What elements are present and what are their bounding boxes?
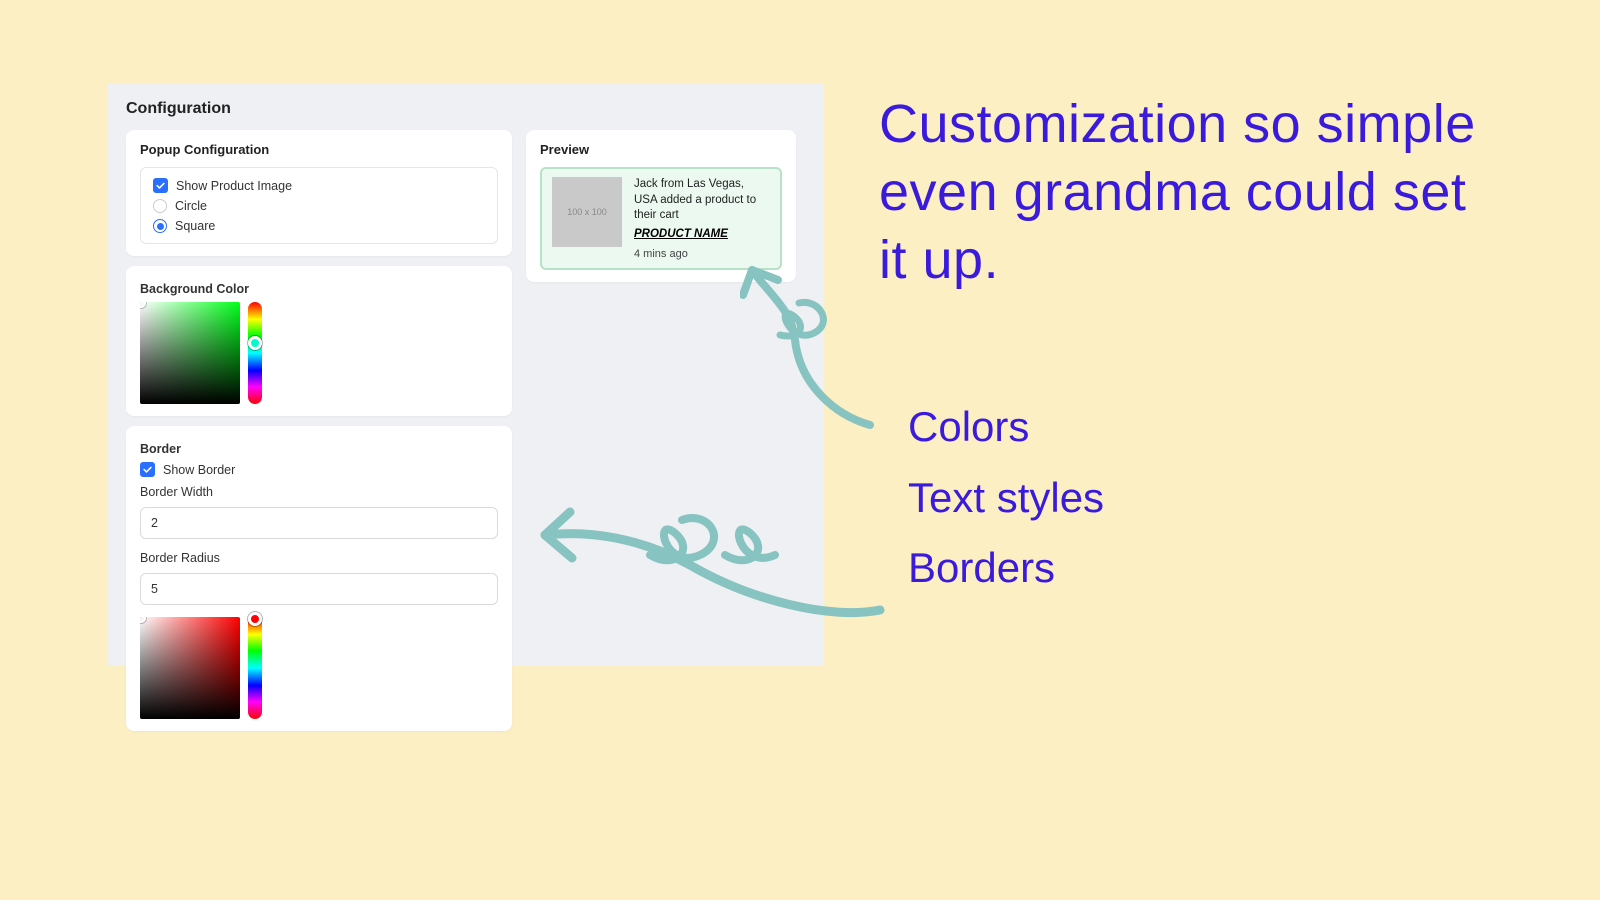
bg-hue-slider[interactable]: [248, 302, 262, 404]
shape-square-label: Square: [175, 219, 215, 233]
show-product-image-checkbox[interactable]: [153, 178, 168, 193]
shape-circle-radio[interactable]: [153, 199, 167, 213]
shape-circle-row[interactable]: Circle: [153, 199, 485, 213]
marketing-tagline: Customization so simple even grandma cou…: [879, 90, 1499, 294]
check-icon: [142, 464, 153, 475]
page-title: Configuration: [126, 100, 806, 118]
popup-options-box: Show Product Image Circle Square: [140, 167, 498, 244]
preview-text-block: Jack from Las Vegas, USA added a product…: [634, 177, 770, 260]
border-radius-input[interactable]: [140, 573, 498, 605]
shape-square-row[interactable]: Square: [153, 219, 485, 233]
bullet-text-styles: Text styles: [908, 463, 1104, 534]
border-title: Border: [140, 442, 498, 456]
show-product-image-label: Show Product Image: [176, 179, 292, 193]
preview-card: Preview 100 x 100 Jack from Las Vegas, U…: [526, 130, 796, 282]
background-color-title: Background Color: [140, 282, 498, 296]
preview-message: Jack from Las Vegas, USA added a product…: [634, 177, 770, 224]
border-hue-slider[interactable]: [248, 617, 262, 719]
background-color-picker[interactable]: [140, 302, 498, 404]
shape-square-radio[interactable]: [153, 219, 167, 233]
bullet-colors: Colors: [908, 392, 1104, 463]
border-card: Border Show Border Border Width Border R…: [126, 426, 512, 731]
border-hue-handle[interactable]: [248, 612, 262, 626]
marketing-bullets: Colors Text styles Borders: [908, 392, 1104, 604]
check-icon: [155, 180, 166, 191]
border-saturation-field[interactable]: [140, 617, 240, 719]
border-width-label: Border Width: [140, 485, 498, 499]
bullet-borders: Borders: [908, 533, 1104, 604]
show-border-checkbox[interactable]: [140, 462, 155, 477]
bg-hue-handle[interactable]: [248, 336, 262, 350]
show-border-row[interactable]: Show Border: [140, 462, 498, 477]
popup-config-card: Popup Configuration Show Product Image C…: [126, 130, 512, 256]
border-color-picker[interactable]: [140, 617, 498, 719]
background-color-card: Background Color: [126, 266, 512, 416]
preview-image-placeholder: 100 x 100: [552, 177, 622, 247]
preview-product-name: PRODUCT NAME: [634, 228, 770, 240]
preview-timestamp: 4 mins ago: [634, 248, 770, 260]
preview-popup: 100 x 100 Jack from Las Vegas, USA added…: [540, 167, 782, 270]
bg-saturation-field[interactable]: [140, 302, 240, 404]
configuration-panel: Configuration Popup Configuration Show P…: [108, 84, 824, 666]
shape-circle-label: Circle: [175, 199, 207, 213]
show-product-image-row[interactable]: Show Product Image: [153, 178, 485, 193]
popup-config-title: Popup Configuration: [140, 142, 498, 157]
border-radius-label: Border Radius: [140, 551, 498, 565]
border-width-input[interactable]: [140, 507, 498, 539]
show-border-label: Show Border: [163, 463, 235, 477]
preview-title: Preview: [540, 142, 782, 157]
